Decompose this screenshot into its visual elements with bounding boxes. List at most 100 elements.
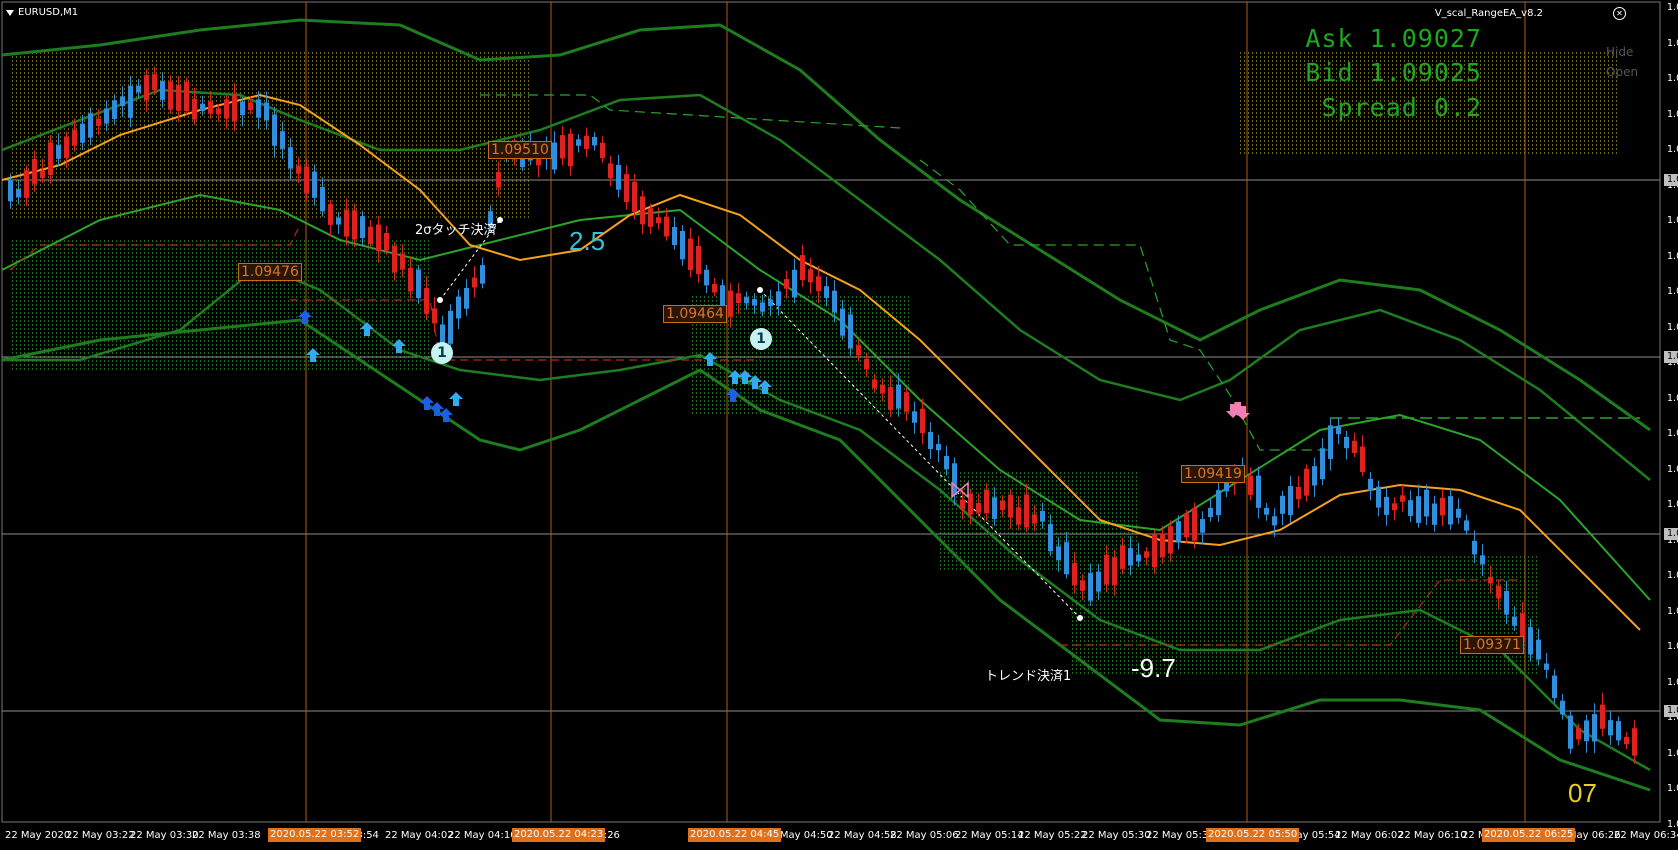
candle-body: [1040, 510, 1045, 522]
candle-body: [1512, 616, 1517, 626]
candle-body: [424, 287, 429, 315]
trade-point: [437, 297, 443, 303]
candle-body: [1416, 496, 1421, 523]
candle-body: [296, 165, 301, 174]
candle-body: [712, 283, 717, 293]
price-axis-label: 1.09345: [1667, 747, 1678, 759]
candle-body: [608, 163, 613, 179]
price-axis-label: 1.09535: [1667, 73, 1678, 84]
candle-body: [1336, 426, 1341, 435]
trade-point: [1077, 615, 1083, 621]
candle-body: [1048, 523, 1053, 552]
candle-body: [272, 114, 277, 146]
candle-body: [1304, 468, 1309, 496]
level-label: 1.09464: [663, 305, 727, 323]
candle-body: [736, 293, 741, 304]
candle-body: [320, 186, 325, 212]
price-axis-label: 1.09365: [1667, 676, 1678, 688]
open-button[interactable]: Open: [1606, 65, 1638, 79]
candle-body: [1360, 446, 1365, 473]
candle-body: [1568, 715, 1573, 749]
candle-body: [280, 131, 285, 149]
candle-body: [888, 387, 893, 410]
ea-name-label: V_scal_RangeEA_v8.2: [1434, 8, 1543, 19]
candle-body: [1168, 526, 1173, 554]
price-axis-label: 1.09435: [1667, 428, 1678, 439]
price-axis-label: 1.09515: [1667, 144, 1678, 155]
candle-body: [1192, 507, 1197, 541]
candle-body: [1408, 500, 1413, 516]
candle-body: [1032, 514, 1037, 524]
candle-body: [1600, 704, 1605, 729]
trade-point: [757, 287, 763, 293]
price-axis-label: 1.09485: [1667, 250, 1678, 262]
candle-body: [664, 216, 669, 237]
candle-body: [168, 81, 173, 110]
candle-body: [768, 299, 773, 307]
candle-body: [1424, 489, 1429, 517]
time-axis-highlight: 2020.05.22 06:25: [1482, 828, 1576, 842]
candle-body: [304, 166, 309, 194]
candle-body: [784, 279, 789, 289]
candle-body: [984, 489, 989, 514]
time-axis-label: 22 May 04:02: [385, 830, 454, 841]
price-level-tag: 1.09500: [1664, 174, 1678, 186]
candle-body: [912, 411, 917, 423]
candle-body: [1144, 551, 1149, 558]
candle-body: [144, 75, 149, 101]
candle-body: [1080, 580, 1085, 591]
candle-body: [776, 291, 781, 306]
ea-settings-icon[interactable]: ✕: [1613, 7, 1626, 20]
level-label: 1.09510: [488, 141, 552, 159]
time-axis-label: 22 May 2020: [5, 830, 71, 841]
candle-body: [416, 269, 421, 299]
candle-body: [696, 245, 701, 275]
entry-number-badge: 1: [750, 328, 772, 350]
candle-body: [848, 314, 853, 349]
candle-body: [1536, 639, 1541, 660]
symbol-title: EURUSD,M1: [18, 7, 79, 18]
candle-body: [224, 99, 229, 119]
chart-window[interactable]: EURUSD,M1 V_scal_RangeEA_v8.2 ✕ Ask 1.09…: [0, 0, 1678, 850]
candle-body: [264, 102, 269, 121]
candle-body: [568, 133, 573, 167]
candle-body: [1608, 720, 1613, 736]
hide-button[interactable]: Hide: [1606, 45, 1633, 59]
candle-body: [1616, 721, 1621, 741]
candle-body: [288, 147, 293, 169]
time-axis-label: 22 May 05:38: [1146, 830, 1215, 841]
candle-body: [904, 392, 909, 412]
candle-body: [1448, 496, 1453, 525]
candle-body: [200, 103, 205, 112]
candle-body: [1256, 475, 1261, 508]
candle-body: [1472, 540, 1477, 555]
candle-body: [1344, 436, 1349, 449]
candle-body: [1624, 736, 1629, 745]
candle-body: [1560, 700, 1565, 715]
time-axis-label: 22 May 03:30: [130, 830, 199, 841]
profit-label: -9.7: [1131, 653, 1176, 683]
candle-body: [872, 379, 877, 389]
candle-body: [1280, 495, 1285, 514]
candle-body: [656, 217, 661, 224]
candle-body: [808, 269, 813, 283]
candle-body: [1200, 519, 1205, 533]
candle-body: [344, 209, 349, 237]
signal-line: [919, 159, 1330, 451]
candle-body: [88, 113, 93, 138]
price-axis-label: 1.09525: [1667, 108, 1678, 120]
price-chart[interactable]: [0, 0, 1678, 850]
candle-body: [592, 136, 597, 146]
entry-number-badge: 1: [431, 342, 453, 364]
candle-body: [584, 135, 589, 149]
candle-body: [1072, 562, 1077, 586]
candle-body: [232, 94, 237, 122]
price-level-tag: 1.09350: [1664, 705, 1678, 717]
candle-body: [1000, 500, 1005, 511]
time-axis-label: 22 May 05:22: [1018, 830, 1087, 841]
time-axis-label: 22 May 04:58: [828, 830, 897, 841]
candle-body: [24, 169, 29, 198]
symbol-dropdown-icon[interactable]: [6, 10, 14, 16]
candle-body: [160, 81, 165, 100]
candle-body: [56, 145, 61, 159]
